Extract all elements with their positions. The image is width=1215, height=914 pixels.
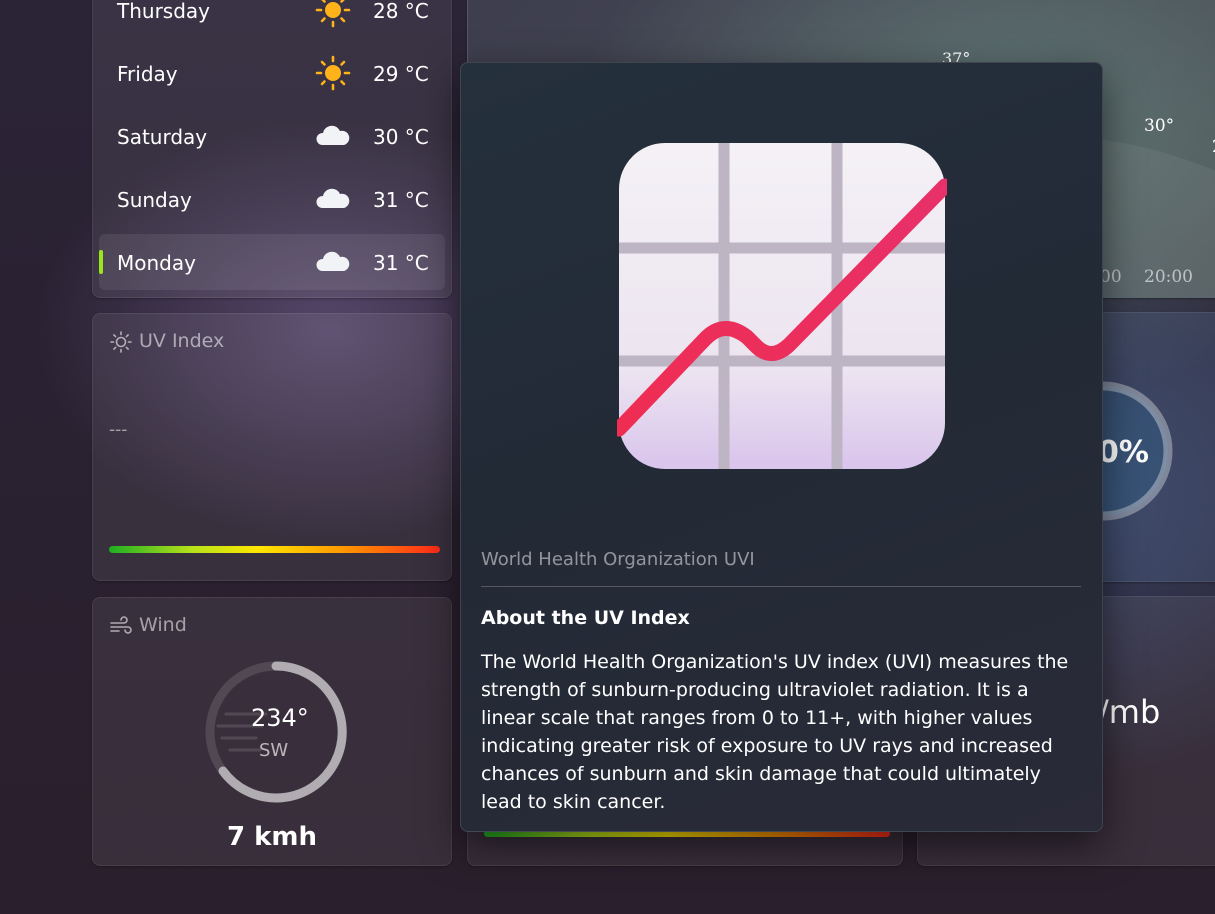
cloud-icon	[316, 188, 350, 208]
uv-index-title: UV Index	[139, 330, 225, 352]
forecast-day-name: Sunday	[117, 188, 192, 212]
forecast-day-name: Saturday	[117, 125, 208, 149]
forecast-day-row[interactable]: Saturday 30 °C	[99, 108, 445, 164]
forecast-day-row[interactable]: Thursday 28 °C	[99, 0, 445, 38]
wind-card[interactable]: Wind 234° SW 7 kmh	[92, 597, 452, 866]
chart-increasing-icon	[617, 143, 947, 469]
cloud-icon	[316, 125, 350, 145]
uv-index-value: ---	[109, 420, 128, 440]
pressure-value: /mb	[1098, 693, 1161, 731]
sun-icon	[313, 0, 353, 28]
wind-degrees: 234°	[251, 704, 309, 732]
forecast-day-name: Monday	[117, 251, 196, 275]
chart-value-label: 30°	[1144, 116, 1175, 136]
forecast-day-row[interactable]: Friday 29 °C	[99, 45, 445, 101]
cloud-icon	[316, 251, 350, 271]
forecast-day-temperature: 31 °C	[373, 251, 429, 275]
sun-icon	[315, 55, 351, 91]
cloud-icon	[313, 181, 353, 217]
chart-time-label: 00	[1100, 267, 1122, 287]
chart-time-label: 20:00	[1144, 267, 1193, 287]
flyout-caption: World Health Organization UVI	[481, 549, 755, 570]
flyout-description: The World Health Organization's UV index…	[481, 651, 1069, 813]
wind-compass	[205, 661, 347, 803]
wind-title: Wind	[139, 614, 187, 636]
sun-icon	[315, 0, 351, 28]
cloud-icon	[313, 244, 353, 280]
forecast-card: Thursday 28 °C Friday 29 °C Saturday 30 °C Sun…	[92, 0, 452, 298]
forecast-day-name: Thursday	[117, 0, 210, 23]
uv-index-info-flyout: World Health Organization UVI About the …	[460, 62, 1103, 832]
sun-icon	[313, 55, 353, 91]
wind-direction: SW	[259, 740, 289, 761]
forecast-day-temperature: 30 °C	[373, 125, 429, 149]
sun-icon	[110, 331, 132, 353]
forecast-day-row[interactable]: Monday 31 °C	[99, 234, 445, 290]
flyout-divider	[481, 586, 1081, 587]
selected-indicator	[99, 250, 103, 274]
uv-scale-bar	[109, 546, 440, 553]
forecast-day-name: Friday	[117, 62, 178, 86]
forecast-day-temperature: 28 °C	[373, 0, 429, 23]
cloud-icon	[313, 118, 353, 154]
forecast-day-row[interactable]: Sunday 31 °C	[99, 171, 445, 227]
forecast-day-temperature: 31 °C	[373, 188, 429, 212]
wind-icon	[110, 616, 132, 634]
uv-index-card[interactable]: UV Index ---	[92, 313, 452, 581]
wind-speed: 7 kmh	[226, 822, 318, 852]
forecast-day-temperature: 29 °C	[373, 62, 429, 86]
humidity-value: 0%	[1098, 435, 1149, 470]
flyout-heading: About the UV Index	[481, 607, 690, 629]
